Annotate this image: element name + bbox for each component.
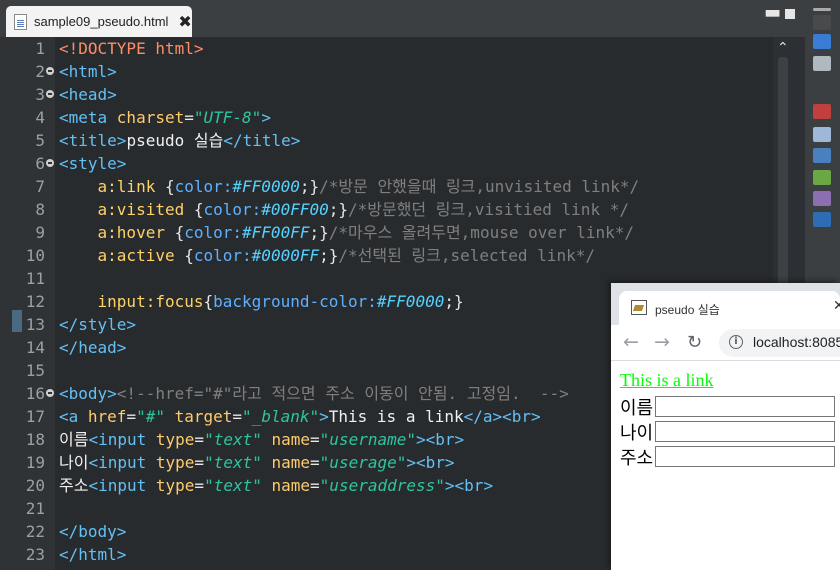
code-text: a:hover {color:#FF00FF;}/*마우스 올려두면,mouse…	[97, 223, 635, 242]
form-row-username: 이름	[620, 394, 835, 420]
code-text: a:visited {color:#00FF00;}/*방문했던 링크,visi…	[97, 200, 629, 219]
browser-window: pseudo 실습 ✕ ← → ↻ i localhost:8085 This …	[611, 283, 840, 570]
code-text: </head>	[59, 338, 127, 357]
build-icon[interactable]	[813, 170, 831, 185]
code-text: a:active {color:#0000FF;}/*선택된 링크,select…	[97, 246, 595, 265]
fold-toggle-icon[interactable]	[46, 159, 54, 167]
servers-icon[interactable]	[813, 191, 831, 206]
line-number: 22	[25, 522, 45, 541]
properties-icon[interactable]	[813, 212, 831, 227]
line-number: 13	[25, 315, 45, 334]
line-number: 3	[35, 85, 45, 104]
page-content: This is a link 이름 나이 주소	[611, 361, 840, 570]
line-number: 14	[25, 338, 45, 357]
address-bar[interactable]: i localhost:8085	[719, 329, 840, 357]
table-icon[interactable]	[813, 127, 831, 142]
drag-handle-icon[interactable]	[813, 8, 831, 11]
scrollbar-thumb[interactable]	[778, 57, 788, 295]
line-number: 7	[35, 177, 45, 196]
back-arrow-icon[interactable]: ←	[623, 331, 639, 353]
code-text: <html>	[59, 62, 117, 81]
outline-icon[interactable]	[813, 34, 831, 49]
line-number: 18	[25, 430, 45, 449]
view-icon[interactable]	[813, 15, 831, 30]
line-number: 9	[35, 223, 45, 242]
username-input[interactable]	[655, 396, 835, 417]
line-number: 20	[25, 476, 45, 495]
line-number: 6	[35, 154, 45, 173]
code-text: <head>	[59, 85, 117, 104]
minimize-icon[interactable]: ▬	[764, 2, 781, 23]
current-line-marker	[12, 310, 22, 332]
line-number: 8	[35, 200, 45, 219]
scroll-up-arrow-icon[interactable]: ⌃	[777, 40, 789, 56]
userage-label: 나이	[620, 423, 654, 443]
code-text: input:focus{background-color:#FF0000;}	[97, 292, 464, 311]
fold-toggle-icon[interactable]	[46, 67, 54, 75]
code-text: <title>pseudo 실습</title>	[59, 131, 301, 150]
url-text: localhost:8085	[753, 334, 840, 350]
document-icon[interactable]	[813, 56, 831, 71]
line-number: 23	[25, 545, 45, 564]
line-number: 1	[35, 39, 45, 58]
line-number: 10	[25, 246, 45, 265]
code-text: </body>	[59, 522, 127, 541]
useraddress-input[interactable]	[655, 446, 835, 467]
line-number: 11	[25, 269, 45, 288]
code-text: </style>	[59, 315, 137, 334]
close-tab-icon[interactable]: ✖	[178, 13, 191, 30]
code-text: <body><!--href="#"라고 적으면 주소 이동이 안됨. 고정임.…	[59, 384, 569, 403]
code-text: <style>	[59, 154, 127, 173]
fold-toggle-icon[interactable]	[46, 90, 54, 98]
line-number: 4	[35, 108, 45, 127]
code-text: <a href="#" target="_blank">This is a li…	[59, 407, 541, 426]
browser-tab-bar: pseudo 실습 ✕	[611, 283, 840, 325]
line-number: 12	[25, 292, 45, 311]
html-file-icon	[14, 13, 27, 30]
editor-tab-file[interactable]: sample09_pseudo.html ✖	[6, 6, 192, 37]
browser-tab-close-icon[interactable]: ✕	[833, 298, 840, 314]
fold-toggle-icon[interactable]	[46, 389, 54, 397]
favicon-icon	[631, 300, 647, 315]
page-link[interactable]: This is a link	[620, 370, 714, 391]
line-number: 15	[25, 361, 45, 380]
form-row-userage: 나이	[620, 419, 835, 445]
browser-tab-title: pseudo 실습	[655, 303, 720, 317]
reload-icon[interactable]: ↻	[687, 332, 702, 353]
editor-tab-bar: sample09_pseudo.html ✖ ▬	[0, 0, 805, 37]
code-text: <meta charset="UTF-8">	[59, 108, 271, 127]
line-number: 16	[25, 384, 45, 403]
line-number: 19	[25, 453, 45, 472]
form-row-useraddress: 주소	[620, 444, 835, 470]
line-number: 17	[25, 407, 45, 426]
maximize-icon[interactable]	[785, 9, 795, 19]
code-text: </html>	[59, 545, 127, 564]
code-text: a:link {color:#FF0000;}/*방문 안했을때 링크,unvi…	[97, 177, 640, 196]
browser-toolbar: ← → ↻ i localhost:8085	[611, 325, 840, 361]
code-text: 이름<input type="text" name="username"><br…	[59, 430, 465, 449]
hierarchy-icon[interactable]	[813, 148, 831, 163]
userage-input[interactable]	[655, 421, 835, 442]
console-icon[interactable]	[813, 104, 831, 119]
line-number: 2	[35, 62, 45, 81]
editor-tab-label: sample09_pseudo.html	[34, 14, 169, 29]
forward-arrow-icon[interactable]: →	[654, 331, 670, 353]
username-label: 이름	[620, 398, 654, 418]
line-number: 21	[25, 499, 45, 518]
line-number: 5	[35, 131, 45, 150]
useraddress-label: 주소	[620, 448, 654, 468]
browser-tab[interactable]: pseudo 실습 ✕	[619, 291, 840, 325]
info-icon[interactable]: i	[729, 335, 743, 349]
code-text: 나이<input type="text" name="userage"><br>	[59, 453, 455, 472]
code-text: <!DOCTYPE html>	[59, 39, 204, 58]
code-text: 주소<input type="text" name="useraddress">…	[59, 476, 494, 495]
